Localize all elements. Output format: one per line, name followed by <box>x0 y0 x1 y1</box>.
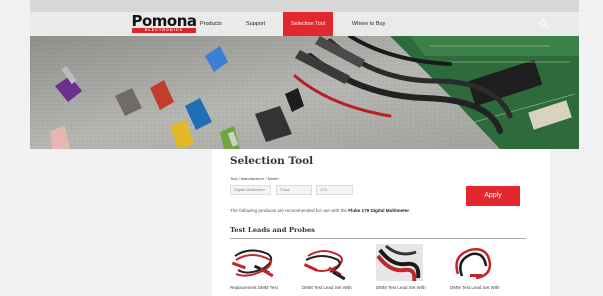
pomona-logo[interactable]: Pomona ELECTRONICS <box>125 14 203 35</box>
section-divider <box>230 238 526 239</box>
product-name[interactable]: DMM Test Lead Set With <box>302 285 362 290</box>
recommendation-text: The following products are recommended f… <box>230 208 410 214</box>
hero-image <box>30 36 579 149</box>
page-title: Selection Tool <box>230 155 314 167</box>
logo-tagline: ELECTRONICS <box>132 28 196 33</box>
logo-wordmark: Pomona <box>131 12 197 30</box>
recommendation-prefix: The following products are recommended f… <box>230 208 349 213</box>
product-name[interactable]: DMM Test Lead Set With <box>376 285 436 290</box>
top-bar <box>30 0 579 12</box>
nav-where-to-buy[interactable]: Where to Buy <box>352 20 385 28</box>
search-icon[interactable] <box>539 19 549 29</box>
tool-select[interactable]: Digital Multimeter <box>230 185 271 195</box>
apply-button[interactable]: Apply <box>466 186 520 206</box>
product-image[interactable] <box>376 244 423 281</box>
product-name[interactable]: Replacement DMM Test <box>230 285 290 290</box>
product-image[interactable] <box>450 244 497 281</box>
nav-products[interactable]: Products <box>200 20 222 28</box>
product-name[interactable]: DMM Test Lead Set With <box>450 285 510 290</box>
section-title: Test Leads and Probes <box>230 226 315 234</box>
product-image[interactable] <box>302 244 349 281</box>
filter-label: Tool / Manufacturer / Model <box>230 176 279 181</box>
nav-selection-tool[interactable]: Selection Tool <box>283 12 333 36</box>
selection-tool-panel: Selection Tool Tool / Manufacturer / Mod… <box>212 149 550 296</box>
recommendation-suffix: : <box>409 208 411 213</box>
manufacturer-select[interactable]: Fluke <box>276 185 312 195</box>
product-image[interactable] <box>230 244 277 281</box>
nav-selection-tool-label: Selection Tool <box>290 21 326 27</box>
recommendation-product[interactable]: Fluke 179 Digital Multimeter <box>348 208 409 213</box>
nav-support[interactable]: Support <box>246 20 265 28</box>
model-select[interactable]: 179 <box>316 185 353 195</box>
hero-banner <box>30 36 579 149</box>
